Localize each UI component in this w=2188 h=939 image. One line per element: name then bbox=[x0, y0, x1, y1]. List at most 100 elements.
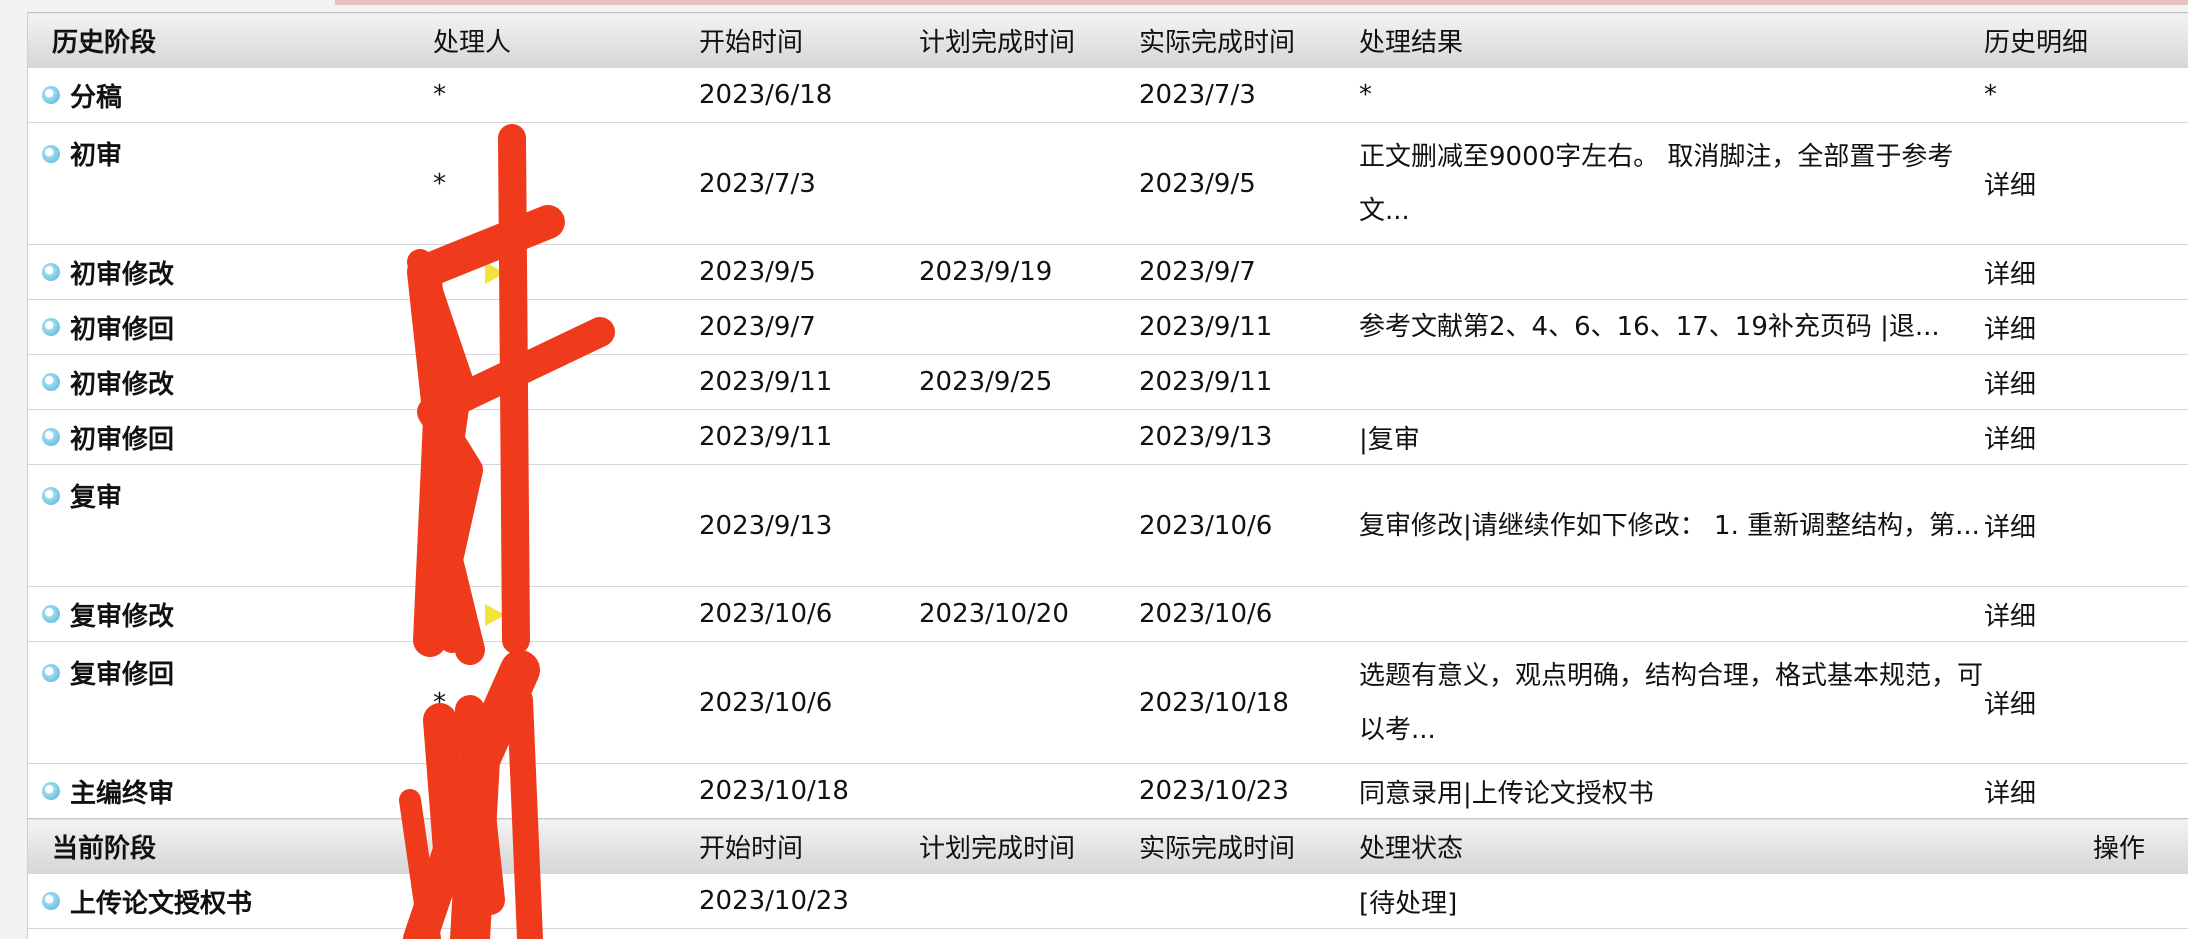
history-row: 初审修改 2023/9/11 2023/9/25 2023/9/11 详细 bbox=[28, 354, 2188, 410]
start-time: 2023/6/18 bbox=[699, 67, 919, 123]
history-row: 复审修回 * 2023/10/6 2023/10/18 选题有意义，观点明确，结… bbox=[28, 641, 2188, 764]
stage-bullet-icon bbox=[42, 144, 60, 163]
start-time: 2023/9/11 bbox=[699, 354, 919, 410]
history-row: 初审修改 2023/9/5 2023/9/19 2023/9/7 详细 bbox=[28, 244, 2188, 300]
handler bbox=[433, 763, 699, 819]
actual-time: 2023/9/5 bbox=[1139, 122, 1359, 245]
detail-link[interactable]: 详细 bbox=[1984, 244, 2188, 300]
stage-bullet-icon bbox=[42, 318, 60, 336]
planned-time bbox=[919, 409, 1139, 465]
col-result: 处理结果 bbox=[1359, 12, 1984, 68]
flag-icon bbox=[485, 371, 505, 394]
result bbox=[1359, 354, 1984, 410]
stage-name: 分稿 bbox=[70, 82, 123, 113]
stage-name: 复审 bbox=[70, 483, 123, 513]
handler bbox=[433, 409, 699, 465]
planned-time bbox=[919, 641, 1139, 764]
history-row: 初审修回 2023/9/11 2023/9/13 |复审 详细 bbox=[28, 409, 2188, 465]
detail-link[interactable]: 详细 bbox=[1984, 586, 2188, 642]
flag-icon bbox=[485, 261, 505, 284]
stage-name: 初审修改 bbox=[70, 369, 175, 400]
actual-time bbox=[1139, 873, 1359, 929]
start-time: 2023/10/6 bbox=[699, 586, 919, 642]
start-time: 2023/10/18 bbox=[699, 763, 919, 819]
status: [待处理] bbox=[1359, 873, 1984, 929]
stage-name: 复审修回 bbox=[70, 660, 175, 690]
planned-time bbox=[919, 873, 1139, 929]
handler: * bbox=[433, 641, 699, 764]
history-header-row: 历史阶段 处理人 开始时间 计划完成时间 实际完成时间 处理结果 历史明细 bbox=[28, 12, 2188, 68]
window-top-accent bbox=[335, 0, 2188, 5]
stage-bullet-icon bbox=[42, 428, 60, 446]
stage-bullet-icon bbox=[42, 373, 60, 391]
history-table: 历史阶段 处理人 开始时间 计划完成时间 实际完成时间 处理结果 历史明细 分稿… bbox=[28, 12, 2188, 852]
actual-time: 2023/10/18 bbox=[1139, 641, 1359, 764]
stage-bullet-icon bbox=[42, 486, 60, 505]
actual-time: 2023/9/13 bbox=[1139, 409, 1359, 465]
actual-time: 2023/7/3 bbox=[1139, 67, 1359, 123]
col-status: 处理状态 bbox=[1359, 818, 1984, 874]
stage-name: 初审修改 bbox=[70, 259, 175, 290]
history-row: 复审修改 2023/10/6 2023/10/20 2023/10/6 详细 bbox=[28, 586, 2188, 642]
history-row: 初审 * 2023/7/3 2023/9/5 正文删减至9000字左右。 取消脚… bbox=[28, 122, 2188, 245]
result bbox=[1359, 586, 1984, 642]
history-row: 主编终审 2023/10/18 2023/10/23 同意录用|上传论文授权书 … bbox=[28, 763, 2188, 819]
handler: * bbox=[433, 67, 699, 123]
detail-link[interactable]: 详细 bbox=[1984, 409, 2188, 465]
current-stage-table: 当前阶段 开始时间 计划完成时间 实际完成时间 处理状态 操作 上传论文授权书 … bbox=[28, 818, 2188, 929]
stage-name: 上传论文授权书 bbox=[70, 888, 253, 919]
stage-name: 初审修回 bbox=[70, 314, 175, 345]
result-link[interactable]: 参考文献第2、4、6、16、17、19补充页码 |退... bbox=[1359, 299, 1984, 355]
detail-link[interactable]: 详细 bbox=[1984, 763, 2188, 819]
operation[interactable] bbox=[1984, 873, 2188, 929]
detail-link[interactable]: 详细 bbox=[1984, 299, 2188, 355]
actual-time: 2023/9/11 bbox=[1139, 299, 1359, 355]
col-actual-time: 实际完成时间 bbox=[1139, 12, 1359, 68]
result: |复审 bbox=[1359, 409, 1984, 465]
start-time: 2023/9/5 bbox=[699, 244, 919, 300]
stage-name: 主编终审 bbox=[70, 778, 175, 809]
planned-time bbox=[919, 122, 1139, 245]
result-link[interactable]: 正文删减至9000字左右。 取消脚注，全部置于参考文... bbox=[1359, 122, 1984, 245]
stage-name: 初审 bbox=[70, 141, 123, 171]
stage-bullet-icon bbox=[42, 782, 60, 800]
detail-link[interactable]: 详细 bbox=[1984, 641, 2188, 764]
col-planned-time: 计划完成时间 bbox=[919, 12, 1139, 68]
start-time: 2023/9/11 bbox=[699, 409, 919, 465]
detail-link[interactable]: 详细 bbox=[1984, 354, 2188, 410]
handler bbox=[433, 299, 699, 355]
col-operation: 操作 bbox=[1984, 818, 2188, 874]
current-header-row: 当前阶段 开始时间 计划完成时间 实际完成时间 处理状态 操作 bbox=[28, 818, 2188, 874]
col-current-stage: 当前阶段 bbox=[28, 818, 433, 874]
flag-icon bbox=[485, 603, 505, 626]
start-time: 2023/10/6 bbox=[699, 641, 919, 764]
handler bbox=[433, 464, 699, 587]
result-link[interactable]: 选题有意义，观点明确，结构合理，格式基本规范，可以考... bbox=[1359, 641, 1984, 764]
actual-time: 2023/9/7 bbox=[1139, 244, 1359, 300]
planned-time: 2023/10/20 bbox=[919, 586, 1139, 642]
col-start-time: 开始时间 bbox=[699, 12, 919, 68]
col-history-stage: 历史阶段 bbox=[28, 12, 433, 68]
start-time: 2023/9/13 bbox=[699, 464, 919, 587]
current-row: 上传论文授权书 2023/10/23 [待处理] bbox=[28, 873, 2188, 929]
history-row: 分稿 * 2023/6/18 2023/7/3 * * bbox=[28, 67, 2188, 123]
actual-time: 2023/10/6 bbox=[1139, 586, 1359, 642]
col-history-detail: 历史明细 bbox=[1984, 12, 2188, 68]
result: * bbox=[1359, 67, 1984, 123]
review-history-panel: 历史阶段 处理人 开始时间 计划完成时间 实际完成时间 处理结果 历史明细 分稿… bbox=[27, 12, 2188, 939]
detail-link[interactable]: 详细 bbox=[1984, 122, 2188, 245]
result-link[interactable]: 复审修改|请继续作如下修改： 1. 重新调整结构，第... bbox=[1359, 464, 1984, 587]
handler: * bbox=[433, 122, 699, 245]
planned-time bbox=[919, 464, 1139, 587]
result: 同意录用|上传论文授权书 bbox=[1359, 763, 1984, 819]
stage-name: 初审修回 bbox=[70, 424, 175, 455]
flag-icon bbox=[485, 890, 505, 913]
start-time: 2023/7/3 bbox=[699, 122, 919, 245]
planned-time bbox=[919, 67, 1139, 123]
stage-bullet-icon bbox=[42, 605, 60, 623]
col-handler: 处理人 bbox=[433, 12, 699, 68]
stage-bullet-icon bbox=[42, 86, 60, 104]
planned-time bbox=[919, 299, 1139, 355]
start-time: 2023/9/7 bbox=[699, 299, 919, 355]
detail-link[interactable]: 详细 bbox=[1984, 464, 2188, 587]
